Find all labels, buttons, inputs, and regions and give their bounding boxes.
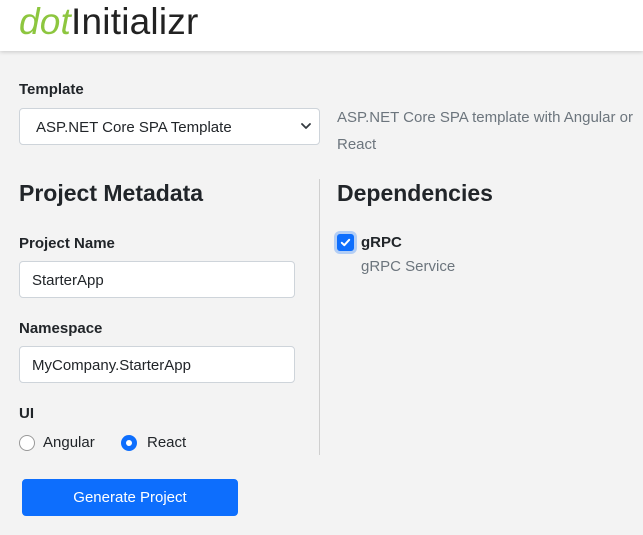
template-select[interactable]: ASP.NET Core SPA Template: [19, 108, 320, 145]
app-header: dotInitializr: [0, 0, 643, 51]
project-metadata-heading: Project Metadata: [19, 180, 204, 206]
namespace-field[interactable]: MyCompany.StarterApp: [19, 346, 295, 383]
project-name-label: Project Name: [19, 235, 115, 252]
project-name-field[interactable]: StarterApp: [19, 261, 295, 298]
generate-project-button[interactable]: Generate Project: [22, 479, 238, 516]
template-description: ASP.NET Core SPA template with Angular o…: [337, 109, 633, 153]
grpc-dependency-description: gRPC Service: [361, 258, 456, 275]
logo-suffix: Initializr: [71, 1, 199, 42]
check-icon: [340, 238, 351, 247]
project-name-value: StarterApp: [32, 272, 104, 289]
logo-prefix: dot: [19, 1, 72, 42]
namespace-label: Namespace: [19, 320, 103, 337]
template-select-value: ASP.NET Core SPA Template: [36, 119, 232, 136]
angular-radio-label[interactable]: Angular: [43, 434, 95, 451]
angular-radio[interactable]: [19, 435, 35, 451]
namespace-value: MyCompany.StarterApp: [32, 357, 191, 374]
column-divider: [319, 179, 320, 455]
react-radio[interactable]: [121, 435, 137, 451]
dependencies-heading: Dependencies: [337, 180, 493, 206]
app-logo[interactable]: dotInitializr: [19, 2, 198, 42]
chevron-down-icon: [301, 123, 311, 129]
react-radio-label[interactable]: React: [147, 434, 186, 451]
template-label: Template: [19, 81, 84, 98]
ui-label: UI: [19, 405, 34, 422]
grpc-checkbox[interactable]: [337, 234, 354, 251]
grpc-dependency-name[interactable]: gRPC: [361, 234, 402, 251]
